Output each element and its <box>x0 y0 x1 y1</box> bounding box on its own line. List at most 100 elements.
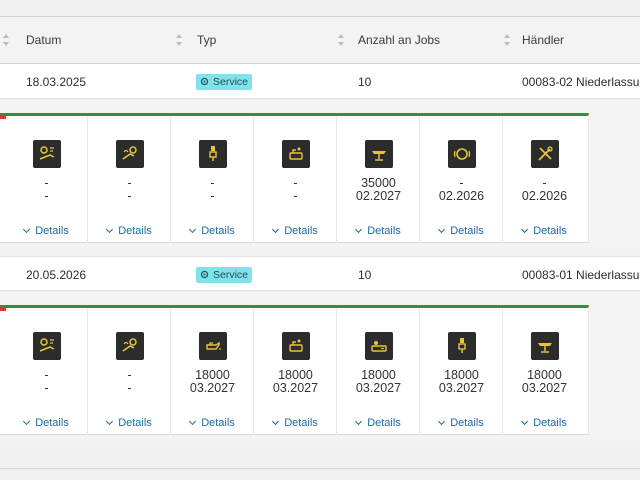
brake-service-icon <box>33 140 61 168</box>
details-link[interactable]: Details <box>503 417 586 429</box>
due-date-value: - <box>210 189 215 203</box>
chevron-down-icon <box>106 225 114 234</box>
order-date: 20.05.2026 <box>26 267 87 282</box>
due-date-value: 03.2027 <box>521 381 568 395</box>
details-label: Details <box>450 417 484 429</box>
badge-label: Service <box>213 268 249 281</box>
spark-plug-icon <box>199 140 227 168</box>
dealer-name: 00083-02 Niederlassung <box>522 74 640 89</box>
job-card-group: - - Details - - Details - - Details - - <box>0 113 589 243</box>
details-link[interactable]: Details <box>337 417 420 429</box>
details-link[interactable]: Details <box>171 225 254 237</box>
tools-icon <box>531 140 559 168</box>
job-item: - - Details <box>88 308 171 435</box>
inspection-lift-icon <box>365 140 393 168</box>
details-label: Details <box>367 417 401 429</box>
sort-icon[interactable] <box>2 34 10 46</box>
chevron-down-icon <box>189 225 197 234</box>
details-label: Details <box>201 225 235 237</box>
badge-label: Service <box>213 75 249 88</box>
details-label: Details <box>533 225 567 237</box>
divider <box>0 468 640 469</box>
dealer-name: 00083-01 Niederlassung <box>522 267 640 282</box>
fuel-filter-icon <box>282 140 310 168</box>
chevron-down-icon <box>272 417 280 426</box>
details-label: Details <box>450 225 484 237</box>
details-label: Details <box>284 417 318 429</box>
gear-icon <box>200 270 209 279</box>
chevron-down-icon <box>106 417 114 426</box>
sort-icon[interactable] <box>175 34 183 46</box>
chevron-down-icon <box>521 417 529 426</box>
job-item: 18000 03.2027 Details <box>171 308 254 435</box>
air-filter-icon <box>365 332 393 360</box>
due-date-value: 02.2026 <box>438 189 485 203</box>
job-item: - - Details <box>5 116 88 243</box>
column-header-type[interactable]: Typ <box>197 17 216 63</box>
due-date-value: - <box>44 189 49 203</box>
due-date-value: 02.2027 <box>355 189 402 203</box>
column-header-dealer[interactable]: Händler <box>522 17 564 63</box>
jobs-count: 10 <box>358 267 372 282</box>
details-link[interactable]: Details <box>88 225 171 237</box>
sort-icon[interactable] <box>337 34 345 46</box>
details-link[interactable]: Details <box>171 417 254 429</box>
details-label: Details <box>118 225 152 237</box>
status-badge: Service <box>196 73 253 90</box>
due-date-value: - <box>293 189 298 203</box>
details-link[interactable]: Details <box>503 225 586 237</box>
chevron-down-icon <box>23 417 31 426</box>
chevron-down-icon <box>189 417 197 426</box>
chevron-down-icon <box>521 225 529 234</box>
job-details-panel: - - Details - - Details - - Details - - <box>0 100 640 255</box>
job-card-group: - - Details - - Details 18000 03.2027 De… <box>0 305 589 435</box>
details-label: Details <box>35 417 69 429</box>
due-date-value: 03.2027 <box>438 381 485 395</box>
brake-fluid-icon <box>116 140 144 168</box>
details-link[interactable]: Details <box>254 225 337 237</box>
chevron-down-icon <box>23 225 31 234</box>
details-link[interactable]: Details <box>420 225 503 237</box>
job-item: - - Details <box>5 308 88 435</box>
due-date-value: - <box>44 381 49 395</box>
status-badge: Service <box>196 266 253 283</box>
fuel-filter-icon <box>282 332 310 360</box>
jobs-count: 10 <box>358 74 372 89</box>
job-details-panel: - - Details - - Details 18000 03.2027 De… <box>0 292 640 447</box>
details-label: Details <box>118 417 152 429</box>
type-cell: Service <box>196 257 253 292</box>
chevron-down-icon <box>272 225 280 234</box>
chevron-down-icon <box>355 417 363 426</box>
table-row[interactable]: 18.03.2025 Service 10 00083-02 Niederlas… <box>0 64 640 99</box>
details-link[interactable]: Details <box>5 225 88 237</box>
details-link[interactable]: Details <box>88 417 171 429</box>
sort-icon[interactable] <box>503 34 511 46</box>
job-item: - - Details <box>171 116 254 243</box>
type-cell: Service <box>196 64 253 99</box>
table-header: Datum Typ Anzahl an Jobs Händler <box>0 16 640 64</box>
job-item: 18000 03.2027 Details <box>254 308 337 435</box>
job-item: 18000 03.2027 Details <box>337 308 420 435</box>
due-date-value: 02.2026 <box>521 189 568 203</box>
table-row[interactable]: 20.05.2026 Service 10 00083-01 Niederlas… <box>0 256 640 291</box>
chevron-down-icon <box>355 225 363 234</box>
gear-icon <box>200 77 209 86</box>
details-label: Details <box>533 417 567 429</box>
brake-service-icon <box>33 332 61 360</box>
due-date-value: - <box>127 381 132 395</box>
details-label: Details <box>284 225 318 237</box>
chevron-down-icon <box>438 417 446 426</box>
job-item: 18000 03.2027 Details <box>503 308 586 435</box>
column-header-jobs[interactable]: Anzahl an Jobs <box>358 17 440 63</box>
job-item: - 02.2026 Details <box>503 116 586 243</box>
column-header-date[interactable]: Datum <box>26 17 61 63</box>
details-link[interactable]: Details <box>337 225 420 237</box>
details-link[interactable]: Details <box>254 417 337 429</box>
job-item: - - Details <box>88 116 171 243</box>
details-label: Details <box>35 225 69 237</box>
details-link[interactable]: Details <box>420 417 503 429</box>
details-link[interactable]: Details <box>5 417 88 429</box>
spark-plug-icon <box>448 332 476 360</box>
due-date-value: 03.2027 <box>272 381 319 395</box>
chevron-down-icon <box>438 225 446 234</box>
